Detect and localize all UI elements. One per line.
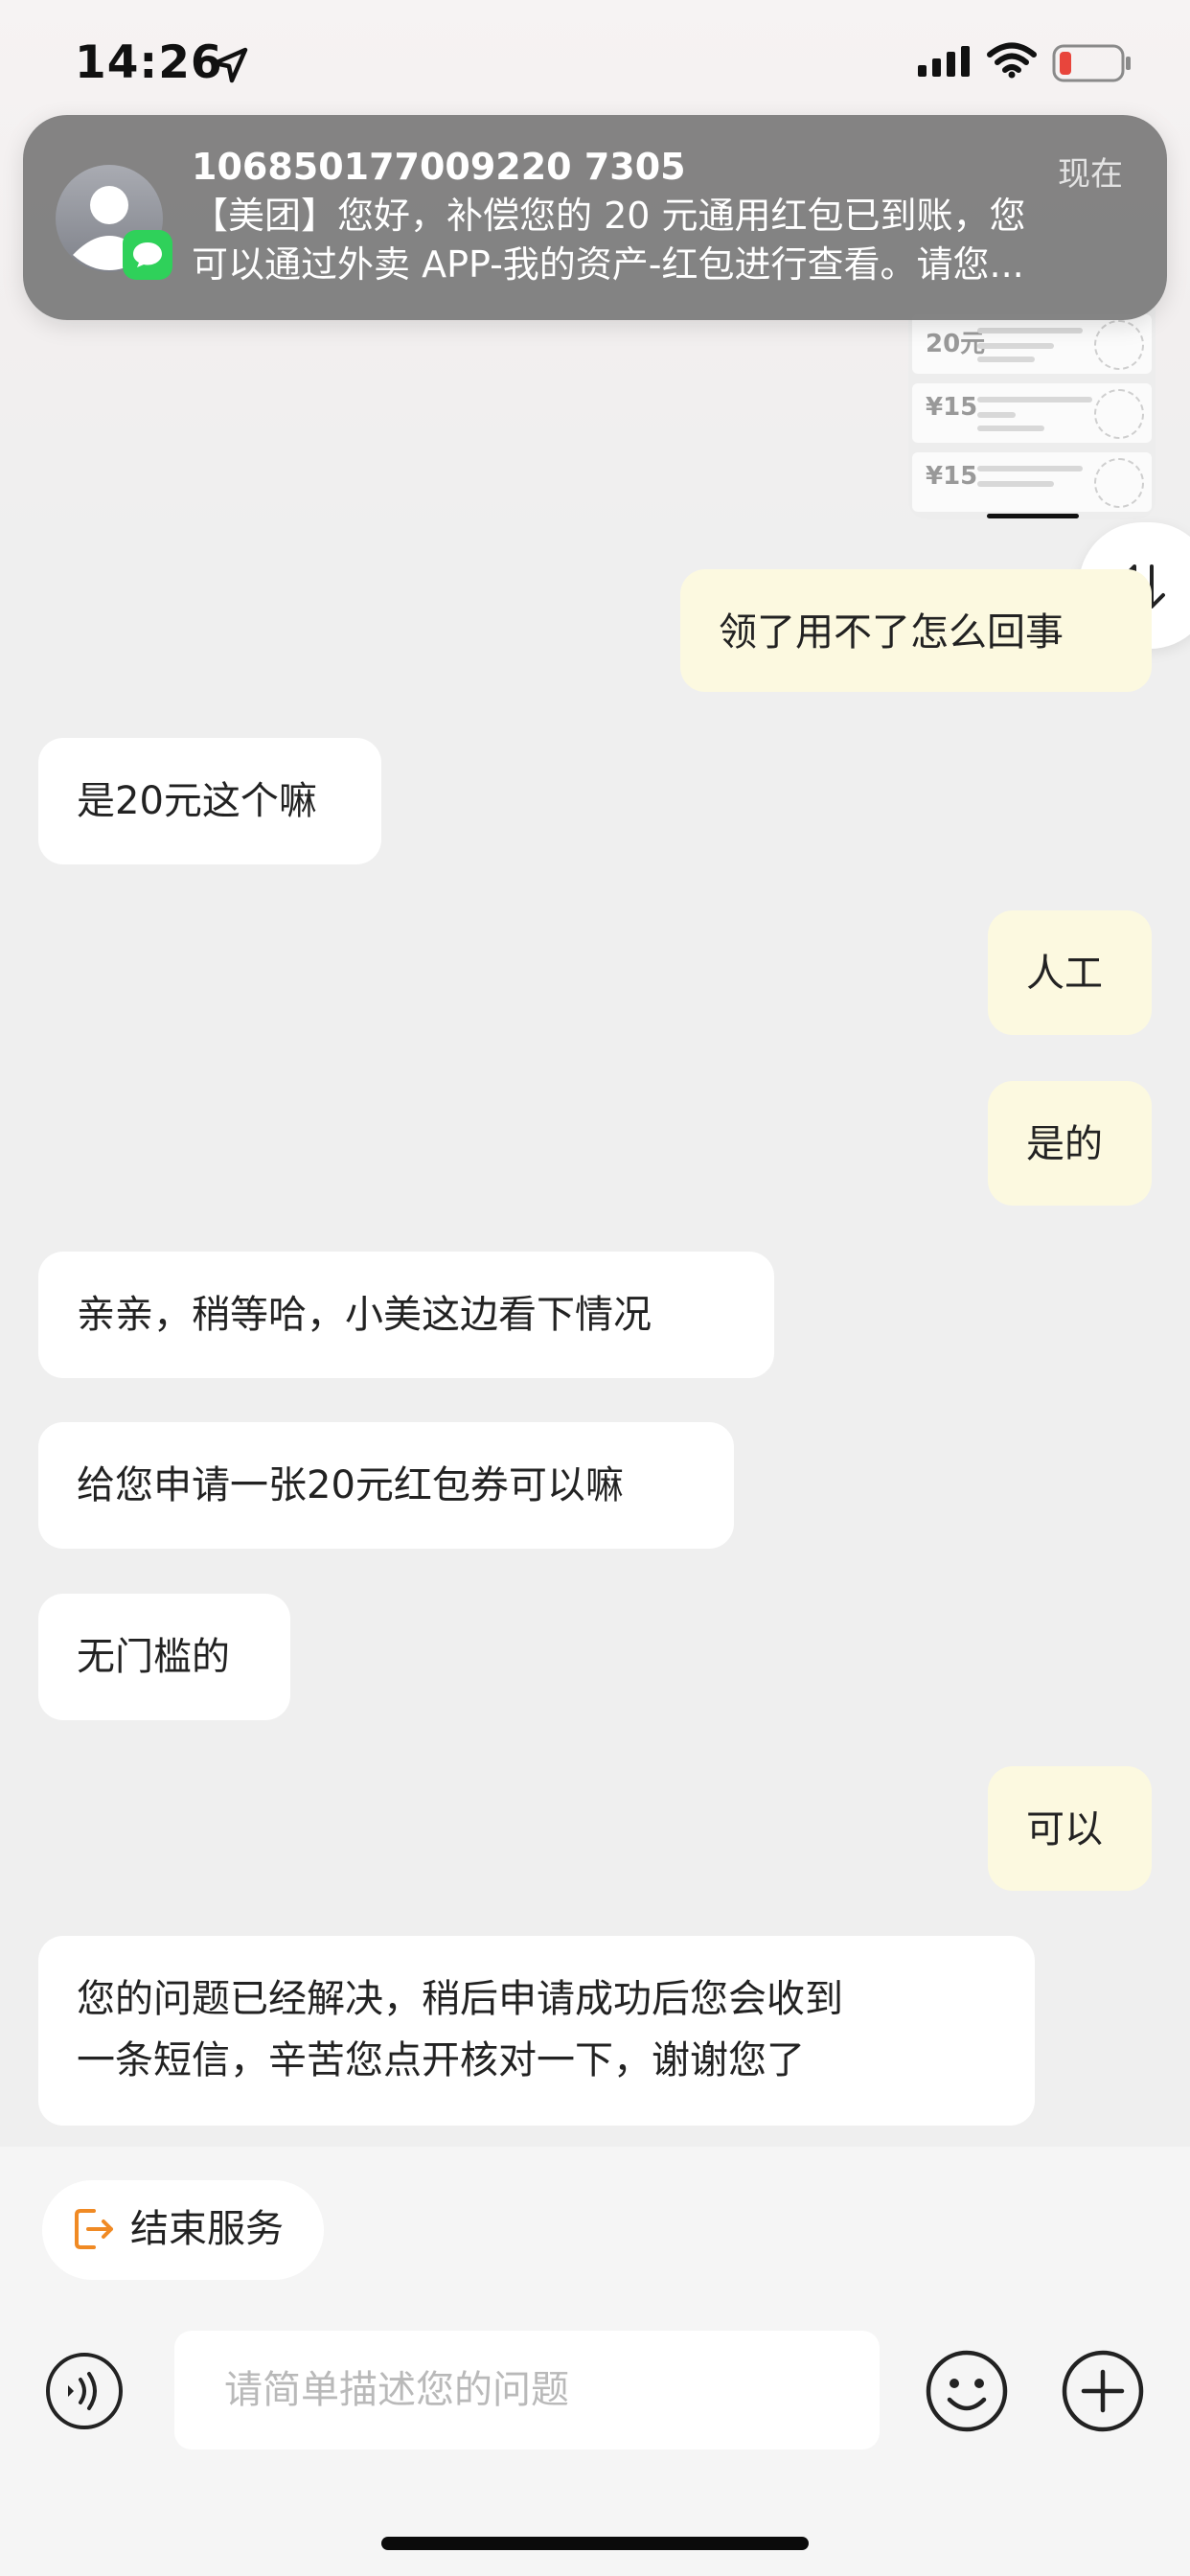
message-text: 亲亲，稍等哈，小美这边看下情况 bbox=[77, 1293, 652, 1337]
message-text: 领了用不了怎么回事 bbox=[719, 610, 1064, 655]
coupon-amount: 20元 bbox=[926, 330, 986, 358]
chat-bubble-user: 可以 bbox=[988, 1766, 1152, 1891]
chat-bubble-user: 人工 bbox=[988, 910, 1152, 1035]
message-text: 一条短信，辛苦您点开核对一下，谢谢您了 bbox=[77, 2038, 805, 2082]
coupon-amount: ¥15 bbox=[926, 462, 978, 491]
used-stamp-icon bbox=[1094, 389, 1144, 439]
notification-body: 【美团】您好，补偿您的 20 元通用红包已到账，您 可以通过外卖 APP-我的资… bbox=[192, 192, 1140, 289]
message-text: 人工 bbox=[1026, 952, 1103, 996]
wifi-icon bbox=[987, 42, 1037, 82]
message-input-box[interactable] bbox=[174, 2331, 880, 2450]
chat-bubble-agent: 给您申请一张20元红包券可以嘛 bbox=[38, 1422, 734, 1549]
coupon-card: 20元 bbox=[912, 314, 1152, 374]
coupon-text-line bbox=[977, 426, 1044, 431]
coupon-text-line bbox=[977, 412, 1016, 418]
sms-notification-banner[interactable]: 106850177009220 7305 现在 【美团】您好，补偿您的 20 元… bbox=[23, 115, 1167, 320]
message-text: 是的 bbox=[1026, 1122, 1103, 1166]
messages-app-icon bbox=[123, 230, 172, 280]
coupon-text-line bbox=[977, 397, 1092, 402]
status-time: 14:26 bbox=[75, 36, 223, 89]
message-text: 可以 bbox=[1026, 1807, 1103, 1852]
notification-sender: 106850177009220 7305 bbox=[192, 146, 686, 188]
coupon-text-line bbox=[977, 481, 1054, 487]
end-service-button[interactable]: 结束服务 bbox=[42, 2180, 324, 2280]
coupon-text-line bbox=[977, 466, 1083, 472]
location-arrow-icon bbox=[211, 46, 249, 88]
coupon-text-line bbox=[977, 328, 1083, 334]
voice-input-icon[interactable] bbox=[44, 2351, 125, 2431]
used-stamp-icon bbox=[1094, 458, 1144, 508]
screenshot-thumbnail[interactable]: 20元 ¥15 ¥15 bbox=[908, 307, 1156, 519]
thumbnail-handle bbox=[987, 514, 1079, 518]
coupon-text-line bbox=[977, 356, 1035, 362]
emoji-icon[interactable] bbox=[924, 2348, 1010, 2434]
cellular-signal-icon bbox=[918, 46, 972, 82]
battery-low-icon bbox=[1052, 44, 1133, 86]
exit-icon bbox=[73, 2207, 117, 2255]
chat-bubble-agent: 无门槛的 bbox=[38, 1594, 290, 1720]
message-text: 是20元这个嘛 bbox=[77, 779, 317, 823]
coupon-card: ¥15 bbox=[912, 383, 1152, 443]
notification-body-line: 【美团】您好，补偿您的 20 元通用红包已到账，您 bbox=[192, 195, 1026, 237]
coupon-text-line bbox=[977, 343, 1054, 349]
chat-bubble-user: 领了用不了怎么回事 bbox=[680, 569, 1152, 692]
notification-body-line: 可以通过外卖 APP-我的资产-红包进行查看。请您... bbox=[192, 243, 1024, 286]
end-service-label: 结束服务 bbox=[130, 2207, 284, 2251]
notification-time: 现在 bbox=[1058, 155, 1123, 194]
status-bar: 14:26 bbox=[0, 0, 1190, 125]
chat-bubble-agent: 您的问题已经解决，稍后申请成功后您会收到 一条短信，辛苦您点开核对一下，谢谢您了 bbox=[38, 1936, 1035, 2126]
coupon-amount: ¥15 bbox=[926, 393, 978, 422]
chat-bubble-agent: 是20元这个嘛 bbox=[38, 738, 381, 864]
used-stamp-icon bbox=[1094, 320, 1144, 370]
home-indicator[interactable] bbox=[381, 2537, 809, 2550]
add-attachment-icon[interactable] bbox=[1060, 2348, 1146, 2434]
chat-bubble-user: 是的 bbox=[988, 1081, 1152, 1206]
message-input[interactable] bbox=[222, 2356, 839, 2425]
coupon-card: ¥15 bbox=[912, 452, 1152, 512]
message-text: 无门槛的 bbox=[77, 1635, 230, 1679]
message-text: 您的问题已经解决，稍后申请成功后您会收到 bbox=[77, 1977, 843, 2021]
chat-bubble-agent: 亲亲，稍等哈，小美这边看下情况 bbox=[38, 1252, 774, 1378]
message-text: 给您申请一张20元红包券可以嘛 bbox=[77, 1463, 624, 1507]
